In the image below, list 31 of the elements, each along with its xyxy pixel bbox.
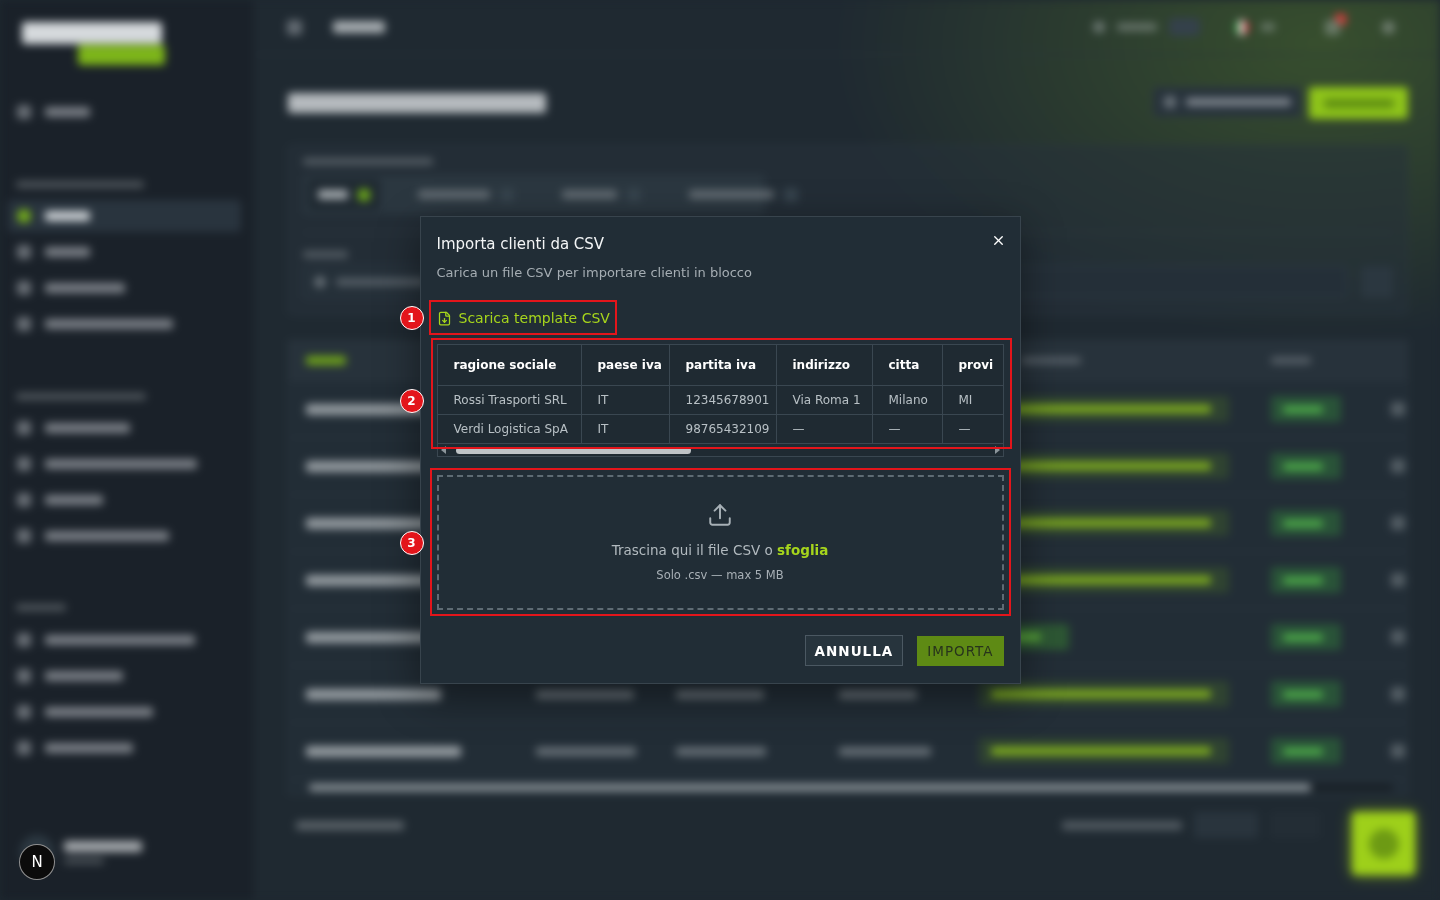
download-template-link[interactable]: Scarica template CSV <box>436 307 610 329</box>
column-header: provi <box>942 345 1003 386</box>
table-cell: — <box>872 415 943 444</box>
table-cell: — <box>942 415 1003 444</box>
caret-right-icon[interactable] <box>994 446 1000 454</box>
browse-link[interactable]: sfoglia <box>777 542 829 558</box>
column-header: ragione sociale <box>437 345 582 386</box>
cancel-button[interactable]: ANNULLA <box>804 635 904 666</box>
dropzone-hint: Solo .csv — max 5 MB <box>656 567 784 583</box>
table-cell: — <box>776 415 873 444</box>
scrollbar-thumb[interactable] <box>455 446 691 454</box>
column-header: paese iva <box>581 345 670 386</box>
table-cell: MI <box>942 386 1003 415</box>
caret-left-icon[interactable] <box>440 446 446 454</box>
dialog-subtitle: Carica un file CSV per importare clienti in blocco <box>436 264 752 282</box>
table-cell: Verdi Logistica SpA <box>437 415 582 444</box>
column-header: citta <box>872 345 943 386</box>
table-cell: Via Roma 1 <box>776 386 873 415</box>
table-cell: IT <box>581 386 670 415</box>
table-cell: IT <box>581 415 670 444</box>
upload-icon <box>707 502 733 528</box>
dialog-title: Importa clienti da CSV <box>436 234 605 254</box>
table-cell: 98765432109 <box>669 415 777 444</box>
table-cell: Milano <box>872 386 943 415</box>
table-cell: 12345678901 <box>669 386 777 415</box>
dropzone-prompt: Trascina qui il file CSV o sfoglia <box>611 541 829 559</box>
column-header: indirizzo <box>776 345 873 386</box>
file-dropzone[interactable]: Trascina qui il file CSV o sfoglia Solo .csv — max 5 MB <box>436 475 1004 610</box>
file-download-icon <box>436 310 452 326</box>
column-header: partita iva <box>669 345 777 386</box>
table-cell: Rossi Trasporti SRL <box>437 386 582 415</box>
